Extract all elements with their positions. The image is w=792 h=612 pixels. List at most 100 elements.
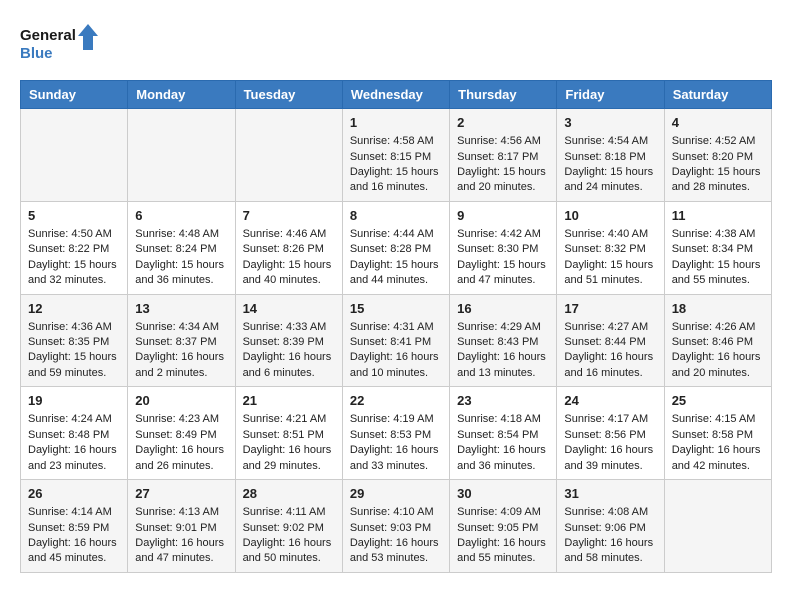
cell-info: Daylight: 16 hours	[457, 350, 549, 365]
cell-info: Sunrise: 4:42 AM	[457, 227, 549, 242]
cell-info: and 36 minutes.	[135, 273, 227, 288]
cell-info: and 40 minutes.	[243, 273, 335, 288]
cell-info: Sunset: 8:48 PM	[28, 428, 120, 443]
col-header-sunday: Sunday	[21, 81, 128, 109]
cell-info: Daylight: 16 hours	[28, 536, 120, 551]
day-number: 30	[457, 485, 549, 503]
cell-info: and 10 minutes.	[350, 366, 442, 381]
cell-info: Daylight: 15 hours	[28, 350, 120, 365]
cell-info: Sunset: 9:01 PM	[135, 521, 227, 536]
cell-info: and 24 minutes.	[564, 180, 656, 195]
svg-text:General: General	[20, 27, 76, 44]
cell-info: and 2 minutes.	[135, 366, 227, 381]
calendar-cell: 8Sunrise: 4:44 AMSunset: 8:28 PMDaylight…	[342, 201, 449, 294]
calendar-table: SundayMondayTuesdayWednesdayThursdayFrid…	[20, 80, 772, 573]
calendar-cell: 30Sunrise: 4:09 AMSunset: 9:05 PMDayligh…	[450, 480, 557, 573]
cell-info: Sunrise: 4:13 AM	[135, 505, 227, 520]
calendar-cell: 9Sunrise: 4:42 AMSunset: 8:30 PMDaylight…	[450, 201, 557, 294]
col-header-wednesday: Wednesday	[342, 81, 449, 109]
calendar-cell: 13Sunrise: 4:34 AMSunset: 8:37 PMDayligh…	[128, 294, 235, 387]
day-number: 4	[672, 114, 764, 132]
cell-info: Sunrise: 4:27 AM	[564, 320, 656, 335]
page-header: General Blue	[20, 20, 772, 64]
cell-info: Sunrise: 4:38 AM	[672, 227, 764, 242]
cell-info: Sunset: 8:53 PM	[350, 428, 442, 443]
cell-info: Sunrise: 4:34 AM	[135, 320, 227, 335]
cell-info: and 55 minutes.	[672, 273, 764, 288]
cell-info: Sunrise: 4:46 AM	[243, 227, 335, 242]
cell-info: Daylight: 16 hours	[672, 350, 764, 365]
cell-info: Sunrise: 4:17 AM	[564, 412, 656, 427]
day-number: 29	[350, 485, 442, 503]
calendar-cell: 26Sunrise: 4:14 AMSunset: 8:59 PMDayligh…	[21, 480, 128, 573]
col-header-monday: Monday	[128, 81, 235, 109]
day-number: 28	[243, 485, 335, 503]
cell-info: Daylight: 15 hours	[28, 258, 120, 273]
cell-info: and 50 minutes.	[243, 551, 335, 566]
cell-info: Sunrise: 4:24 AM	[28, 412, 120, 427]
calendar-cell: 31Sunrise: 4:08 AMSunset: 9:06 PMDayligh…	[557, 480, 664, 573]
day-number: 1	[350, 114, 442, 132]
cell-info: Sunset: 8:32 PM	[564, 242, 656, 257]
col-header-friday: Friday	[557, 81, 664, 109]
cell-info: and 55 minutes.	[457, 551, 549, 566]
cell-info: Daylight: 15 hours	[672, 165, 764, 180]
day-number: 12	[28, 300, 120, 318]
day-number: 18	[672, 300, 764, 318]
cell-info: Sunrise: 4:21 AM	[243, 412, 335, 427]
cell-info: and 20 minutes.	[672, 366, 764, 381]
calendar-cell: 21Sunrise: 4:21 AMSunset: 8:51 PMDayligh…	[235, 387, 342, 480]
day-number: 22	[350, 392, 442, 410]
cell-info: Sunset: 9:02 PM	[243, 521, 335, 536]
cell-info: Sunset: 8:43 PM	[457, 335, 549, 350]
cell-info: Sunset: 8:54 PM	[457, 428, 549, 443]
calendar-cell: 22Sunrise: 4:19 AMSunset: 8:53 PMDayligh…	[342, 387, 449, 480]
cell-info: Sunrise: 4:56 AM	[457, 134, 549, 149]
day-number: 7	[243, 207, 335, 225]
calendar-cell: 20Sunrise: 4:23 AMSunset: 8:49 PMDayligh…	[128, 387, 235, 480]
cell-info: Daylight: 16 hours	[243, 350, 335, 365]
calendar-cell: 24Sunrise: 4:17 AMSunset: 8:56 PMDayligh…	[557, 387, 664, 480]
cell-info: and 29 minutes.	[243, 459, 335, 474]
cell-info: Sunrise: 4:52 AM	[672, 134, 764, 149]
cell-info: Sunset: 8:58 PM	[672, 428, 764, 443]
cell-info: and 47 minutes.	[135, 551, 227, 566]
cell-info: Sunset: 8:28 PM	[350, 242, 442, 257]
cell-info: Sunset: 8:51 PM	[243, 428, 335, 443]
cell-info: Sunrise: 4:44 AM	[350, 227, 442, 242]
cell-info: and 26 minutes.	[135, 459, 227, 474]
cell-info: Daylight: 16 hours	[135, 536, 227, 551]
cell-info: Daylight: 15 hours	[243, 258, 335, 273]
day-number: 21	[243, 392, 335, 410]
cell-info: and 16 minutes.	[350, 180, 442, 195]
cell-info: Sunrise: 4:48 AM	[135, 227, 227, 242]
cell-info: Daylight: 16 hours	[457, 536, 549, 551]
calendar-header-row: SundayMondayTuesdayWednesdayThursdayFrid…	[21, 81, 772, 109]
cell-info: Sunrise: 4:08 AM	[564, 505, 656, 520]
day-number: 23	[457, 392, 549, 410]
cell-info: Sunrise: 4:15 AM	[672, 412, 764, 427]
day-number: 3	[564, 114, 656, 132]
cell-info: Sunset: 9:06 PM	[564, 521, 656, 536]
cell-info: Sunset: 8:35 PM	[28, 335, 120, 350]
cell-info: Daylight: 16 hours	[243, 536, 335, 551]
cell-info: Sunset: 8:39 PM	[243, 335, 335, 350]
cell-info: and 16 minutes.	[564, 366, 656, 381]
calendar-cell	[235, 109, 342, 202]
cell-info: and 44 minutes.	[350, 273, 442, 288]
day-number: 6	[135, 207, 227, 225]
cell-info: Daylight: 15 hours	[457, 165, 549, 180]
calendar-week-1: 1Sunrise: 4:58 AMSunset: 8:15 PMDaylight…	[21, 109, 772, 202]
cell-info: Daylight: 15 hours	[672, 258, 764, 273]
calendar-cell: 12Sunrise: 4:36 AMSunset: 8:35 PMDayligh…	[21, 294, 128, 387]
day-number: 15	[350, 300, 442, 318]
calendar-cell: 2Sunrise: 4:56 AMSunset: 8:17 PMDaylight…	[450, 109, 557, 202]
cell-info: Sunset: 8:18 PM	[564, 150, 656, 165]
calendar-cell: 19Sunrise: 4:24 AMSunset: 8:48 PMDayligh…	[21, 387, 128, 480]
cell-info: Sunrise: 4:33 AM	[243, 320, 335, 335]
cell-info: Daylight: 15 hours	[135, 258, 227, 273]
calendar-cell: 16Sunrise: 4:29 AMSunset: 8:43 PMDayligh…	[450, 294, 557, 387]
cell-info: Sunset: 8:41 PM	[350, 335, 442, 350]
calendar-week-2: 5Sunrise: 4:50 AMSunset: 8:22 PMDaylight…	[21, 201, 772, 294]
cell-info: Sunset: 8:59 PM	[28, 521, 120, 536]
